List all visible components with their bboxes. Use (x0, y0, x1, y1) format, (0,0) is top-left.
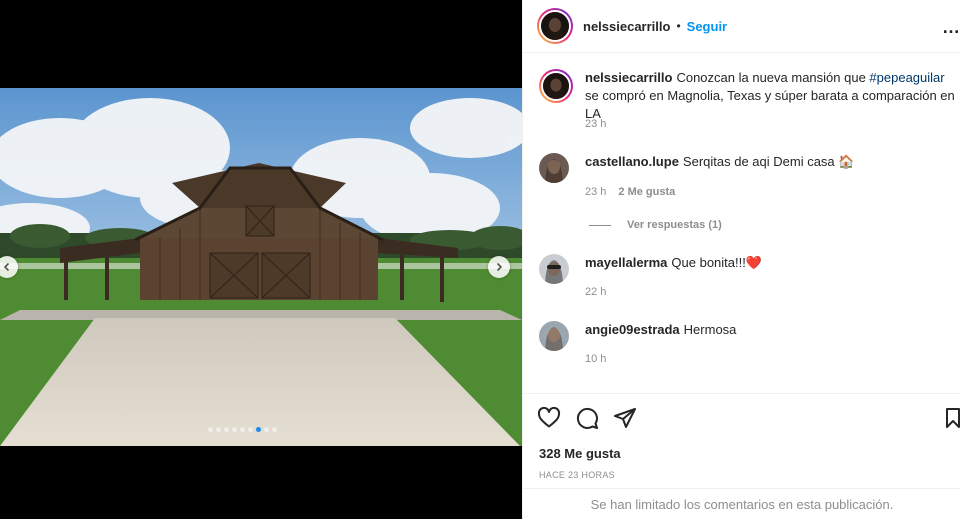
comment-time[interactable]: 23 h (585, 186, 606, 198)
avatar-image (539, 153, 569, 183)
heart-emoji: ❤️ (745, 255, 763, 270)
comment-username[interactable]: mayellalerma (585, 255, 667, 270)
comment-content: Que bonita!!! (671, 255, 746, 270)
caption-text-end: se compró en Magnolia, Texas y súper bar… (585, 88, 955, 121)
post-time[interactable]: HACE 23 HORAS (539, 470, 615, 480)
comment-avatar[interactable] (539, 153, 569, 183)
comment-item: castellano.lupe Serqitas de aqi Demi casa… (539, 153, 955, 183)
caption-text-start: Conozcan la nueva mansión que (676, 70, 870, 85)
post-photo (0, 88, 522, 446)
action-icons (537, 406, 637, 430)
avatar-image (541, 12, 569, 40)
avatar-image (539, 321, 569, 351)
post-header: nelssiecarrillo • Seguir … (523, 0, 960, 53)
comment-icon[interactable] (575, 406, 599, 430)
author-username[interactable]: nelssiecarrillo (583, 19, 670, 34)
avatar-image (543, 73, 569, 99)
chevron-left-icon (3, 262, 10, 272)
view-replies-button[interactable]: Ver respuestas (1) (589, 219, 722, 231)
replies-line (589, 224, 611, 226)
carousel-indicator (208, 427, 277, 432)
carousel-dot (224, 427, 229, 432)
comment-content: Serqitas de aqi Demi casa 🏠 (682, 154, 855, 169)
next-slide-button[interactable] (488, 256, 510, 278)
comment-text: castellano.lupe Serqitas de aqi Demi casa… (585, 153, 955, 183)
carousel-dot (216, 427, 221, 432)
comment-content: Hermosa (683, 322, 737, 337)
save-button[interactable] (941, 406, 960, 433)
author-avatar[interactable] (537, 8, 573, 44)
likes-count[interactable]: 328 Me gusta (539, 446, 621, 461)
bookmark-icon (946, 408, 960, 428)
comment-item: angie09estrada Hermosa (539, 321, 955, 351)
comment-item: mayellalerma Que bonita!!!❤️ (539, 254, 955, 284)
instagram-post-view: nelssiecarrillo • Seguir … nelssiecarril… (0, 0, 960, 519)
carousel-dot (240, 427, 245, 432)
caption-meta: 23 h (585, 118, 606, 130)
carousel-dot (264, 427, 269, 432)
follow-button[interactable]: Seguir (687, 19, 727, 34)
comment-avatar[interactable] (539, 254, 569, 284)
separator-dot: • (676, 19, 681, 33)
comments-limited-notice: Se han limitado los comentarios en esta … (523, 488, 960, 519)
comment-time[interactable]: 10 h (585, 353, 606, 365)
carousel-dot (272, 427, 277, 432)
comment-avatar[interactable] (539, 321, 569, 351)
comment-text: angie09estrada Hermosa (585, 321, 955, 351)
media-pane (0, 0, 522, 519)
carousel-dot (256, 427, 261, 432)
post-actions: 328 Me gusta HACE 23 HORAS Se han limita… (523, 393, 960, 519)
more-options-icon[interactable]: … (942, 17, 960, 38)
avatar-image (539, 254, 569, 284)
caption-text: nelssiecarrillo Conozcan la nueva mansión… (585, 69, 955, 123)
comment-username[interactable]: angie09estrada (585, 322, 680, 337)
comments-list: nelssiecarrillo Conozcan la nueva mansión… (523, 53, 960, 393)
view-replies-label: Ver respuestas (1) (627, 219, 722, 231)
chevron-right-icon (496, 262, 503, 272)
comment-meta: 10 h (585, 353, 606, 365)
comment-likes[interactable]: 2 Me gusta (618, 186, 675, 198)
carousel-dot (232, 427, 237, 432)
post-side-panel: nelssiecarrillo • Seguir … nelssiecarril… (522, 0, 960, 519)
barn-photo (0, 88, 522, 446)
caption-time[interactable]: 23 h (585, 118, 606, 130)
comment-meta: 23 h 2 Me gusta (585, 186, 675, 198)
carousel-dot (248, 427, 253, 432)
caption-hashtag[interactable]: #pepeaguilar (869, 70, 944, 85)
caption-username[interactable]: nelssiecarrillo (585, 70, 672, 85)
comment-text: mayellalerma Que bonita!!!❤️ (585, 254, 955, 284)
heart-icon[interactable] (537, 406, 561, 430)
comment-username[interactable]: castellano.lupe (585, 154, 679, 169)
comment-meta: 22 h (585, 286, 606, 298)
caption-item: nelssiecarrillo Conozcan la nueva mansión… (539, 69, 955, 123)
caption-avatar[interactable] (539, 69, 573, 103)
share-icon[interactable] (613, 406, 637, 430)
carousel-dot (208, 427, 213, 432)
comment-time[interactable]: 22 h (585, 286, 606, 298)
